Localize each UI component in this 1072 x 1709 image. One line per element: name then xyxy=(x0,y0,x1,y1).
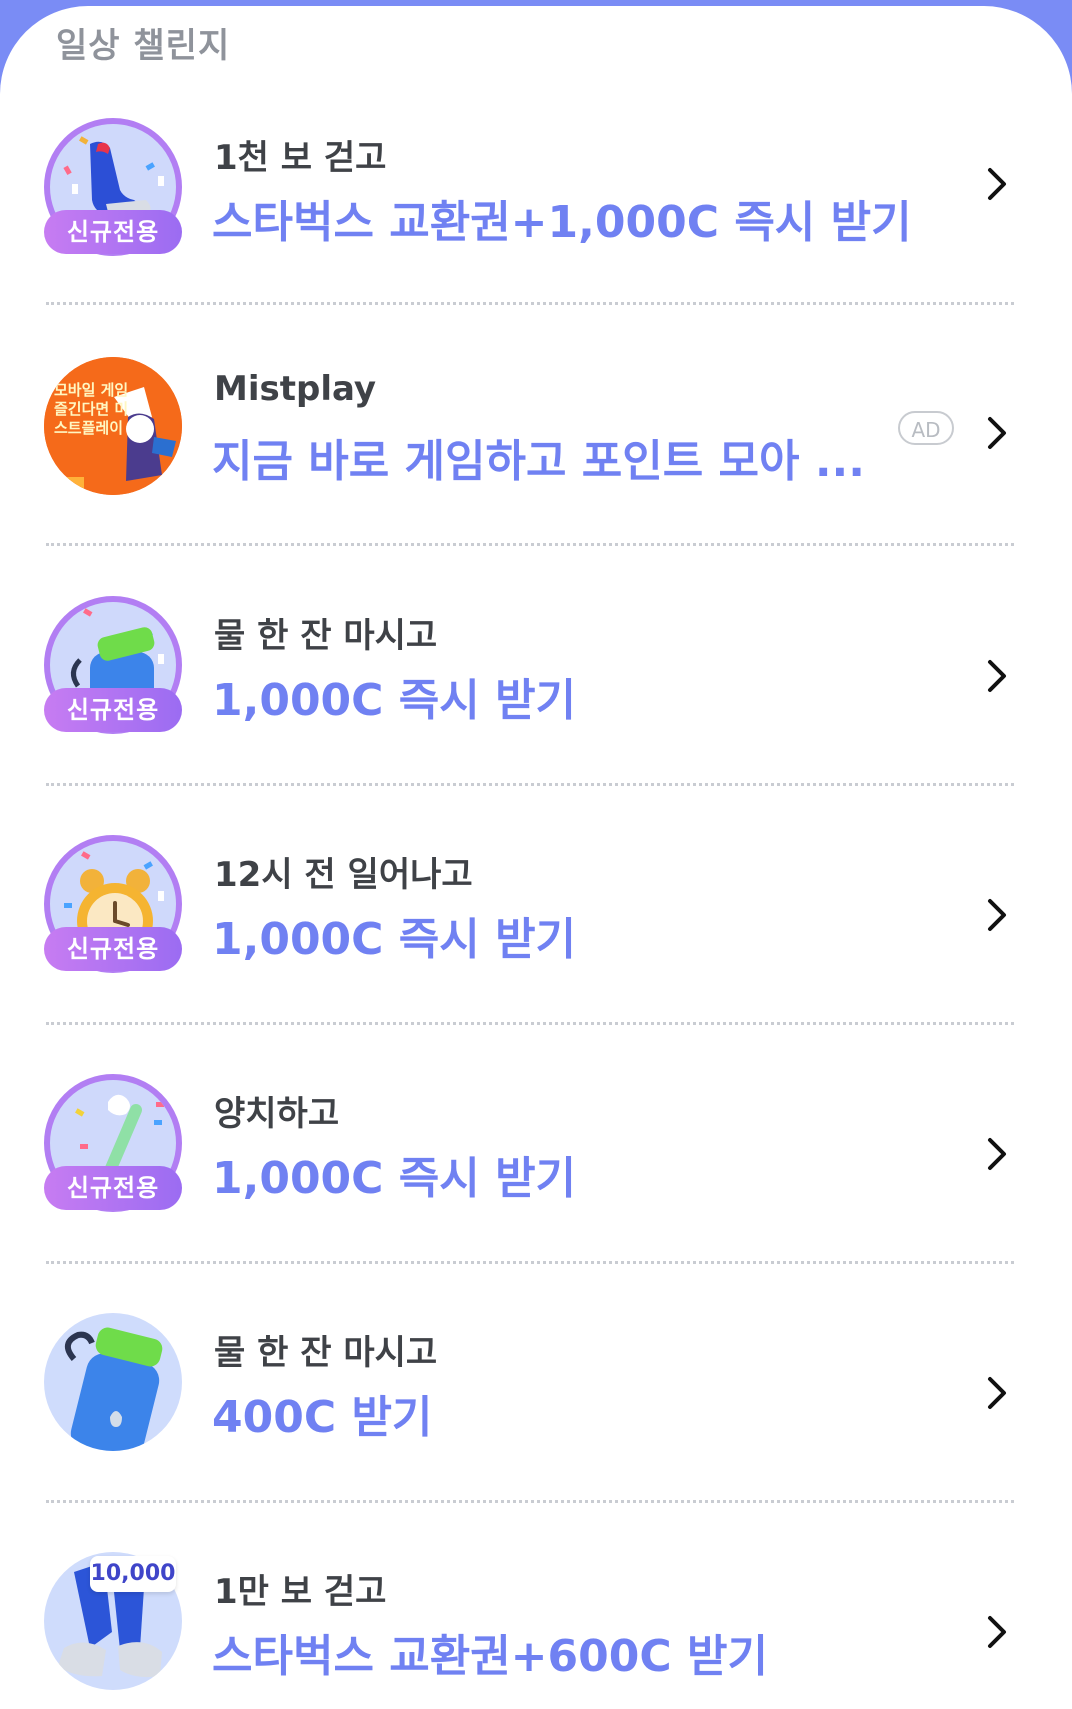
new-only-badge: 신규전용 xyxy=(44,210,182,254)
challenge-title: 1천 보 걷고 xyxy=(214,138,387,178)
water-bottle-icon: 신규전용 xyxy=(44,596,182,734)
daily-challenge-sheet: 일상 챌린지 신규전용 1천 보 걷고 스타벅스 교환권+1,000C 즉시 받… xyxy=(0,6,1072,1709)
sneaker-icon: 신규전용 xyxy=(44,118,182,256)
challenge-item-walk-1000[interactable]: 신규전용 1천 보 걷고 스타벅스 교환권+1,000C 즉시 받기 xyxy=(0,108,1072,347)
chevron-right-icon[interactable] xyxy=(980,1134,1014,1174)
ad-label: AD xyxy=(898,411,954,445)
water-bottle-icon xyxy=(44,1313,182,1451)
toothbrush-icon: 신규전용 xyxy=(44,1074,182,1212)
divider xyxy=(46,302,1014,305)
challenge-item-walk-10000[interactable]: 10,000 1만 보 걷고 스타벅스 교환권+600C 받기 xyxy=(0,1542,1072,1709)
challenge-title: Mistplay xyxy=(214,369,377,409)
challenge-reward: 지금 바로 게임하고 포인트 모아 ... xyxy=(212,436,865,487)
challenge-item-water-new[interactable]: 신규전용 물 한 잔 마시고 1,000C 즉시 받기 xyxy=(0,586,1072,825)
new-only-badge: 신규전용 xyxy=(44,688,182,732)
ad-item-mistplay[interactable]: 모바일 게임 즐긴다면 미스트플레이 Mistplay 지금 바로 게임하고 포… xyxy=(0,347,1072,586)
chevron-right-icon[interactable] xyxy=(980,413,1014,453)
challenge-item-brush-teeth[interactable]: 신규전용 양치하고 1,000C 즉시 받기 xyxy=(0,1064,1072,1303)
challenge-title: 물 한 잔 마시고 xyxy=(214,1333,438,1373)
step-count-tag: 10,000 xyxy=(90,1556,176,1592)
chevron-right-icon[interactable] xyxy=(980,1612,1014,1652)
divider xyxy=(46,1022,1014,1025)
mistplay-ad-thumbnail: 모바일 게임 즐긴다면 미스트플레이 xyxy=(44,357,182,495)
divider xyxy=(46,543,1014,546)
challenge-reward: 400C 받기 xyxy=(212,1392,433,1443)
challenge-reward: 1,000C 즉시 받기 xyxy=(212,675,577,726)
challenge-item-wake-up[interactable]: 신규전용 12시 전 일어나고 1,000C 즉시 받기 xyxy=(0,825,1072,1064)
challenge-list: 신규전용 1천 보 걷고 스타벅스 교환권+1,000C 즉시 받기 모바일 게… xyxy=(0,108,1072,1709)
divider xyxy=(46,783,1014,786)
challenge-item-water[interactable]: 물 한 잔 마시고 400C 받기 xyxy=(0,1303,1072,1542)
challenge-title: 양치하고 xyxy=(214,1094,340,1134)
challenge-title: 12시 전 일어나고 xyxy=(214,855,473,895)
alarm-clock-icon: 신규전용 xyxy=(44,835,182,973)
chevron-right-icon[interactable] xyxy=(980,656,1014,696)
section-title: 일상 챌린지 xyxy=(56,26,231,66)
divider xyxy=(46,1500,1014,1503)
chevron-right-icon[interactable] xyxy=(980,164,1014,204)
chevron-right-icon[interactable] xyxy=(980,895,1014,935)
chevron-right-icon[interactable] xyxy=(980,1373,1014,1413)
challenge-reward: 스타벅스 교환권+1,000C 즉시 받기 xyxy=(212,197,912,248)
challenge-title: 1만 보 걷고 xyxy=(214,1572,387,1612)
challenge-reward: 1,000C 즉시 받기 xyxy=(212,914,577,965)
new-only-badge: 신규전용 xyxy=(44,1166,182,1210)
new-only-badge: 신규전용 xyxy=(44,927,182,971)
divider xyxy=(46,1261,1014,1264)
mistplay-thumbnail-text: 모바일 게임 즐긴다면 미스트플레이 xyxy=(54,381,129,437)
challenge-reward: 1,000C 즉시 받기 xyxy=(212,1153,577,1204)
running-legs-icon: 10,000 xyxy=(44,1552,182,1690)
challenge-title: 물 한 잔 마시고 xyxy=(214,616,438,656)
challenge-reward: 스타벅스 교환권+600C 받기 xyxy=(212,1631,768,1682)
